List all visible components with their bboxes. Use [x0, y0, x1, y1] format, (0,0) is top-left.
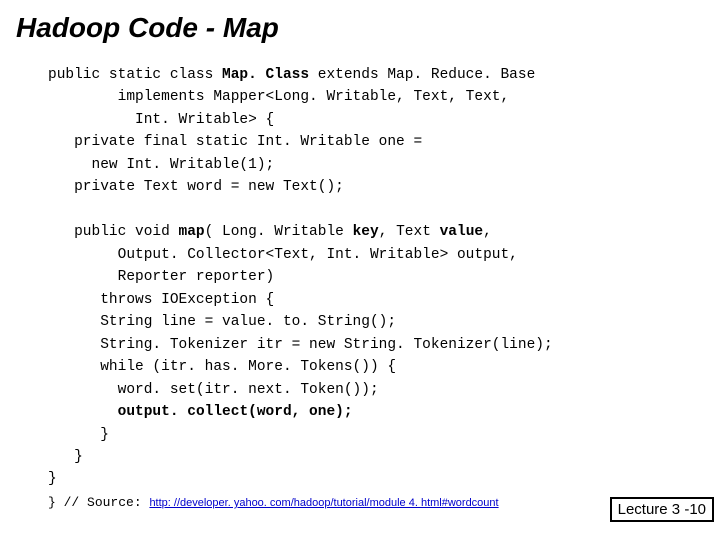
code-line: private Text word = new Text();: [48, 179, 344, 195]
code-line: new Int. Writable(1);: [48, 157, 274, 173]
code-line: Int. Writable> {: [48, 112, 274, 128]
code-line: String line = value. to. String();: [48, 314, 396, 330]
code-token-param: value: [440, 224, 484, 240]
code-line: Reporter reporter): [48, 269, 274, 285]
code-token-method: map: [179, 224, 205, 240]
code-line: private final static Int. Writable one =: [48, 134, 422, 150]
source-prefix: // Source:: [56, 495, 150, 510]
code-line: Output. Collector<Text, Int. Writable> o…: [48, 247, 518, 263]
source-link[interactable]: http: //developer. yahoo. com/hadoop/tut…: [149, 497, 498, 509]
code-line: }: [48, 449, 83, 465]
code-line: implements Mapper<Long. Writable, Text, …: [48, 89, 509, 105]
source-close-brace: }: [48, 495, 56, 510]
code-line: throws IOException {: [48, 292, 274, 308]
code-token-param: key: [353, 224, 379, 240]
code-token-class: Map. Class: [222, 67, 309, 83]
code-line: public void: [48, 224, 179, 240]
code-line: [48, 404, 118, 420]
code-line: }: [48, 471, 57, 487]
code-line: , Text: [379, 224, 440, 240]
code-line: ,: [483, 224, 492, 240]
source-line: } // Source: http: //developer. yahoo. c…: [48, 495, 704, 510]
code-line: while (itr. has. More. Tokens()) {: [48, 359, 396, 375]
code-line: extends Map. Reduce. Base: [309, 67, 535, 83]
slide: Hadoop Code - Map public static class Ma…: [0, 0, 720, 540]
code-token-collect: output. collect(word, one);: [118, 404, 353, 420]
code-line: ( Long. Writable: [205, 224, 353, 240]
slide-title: Hadoop Code - Map: [16, 12, 704, 44]
lecture-label: Lecture 3 -10: [610, 497, 714, 522]
code-line: String. Tokenizer itr = new String. Toke…: [48, 337, 553, 353]
code-line: word. set(itr. next. Token());: [48, 382, 379, 398]
code-line: public static class: [48, 67, 222, 83]
code-block: public static class Map. Class extends M…: [48, 64, 704, 491]
code-line: }: [48, 427, 109, 443]
